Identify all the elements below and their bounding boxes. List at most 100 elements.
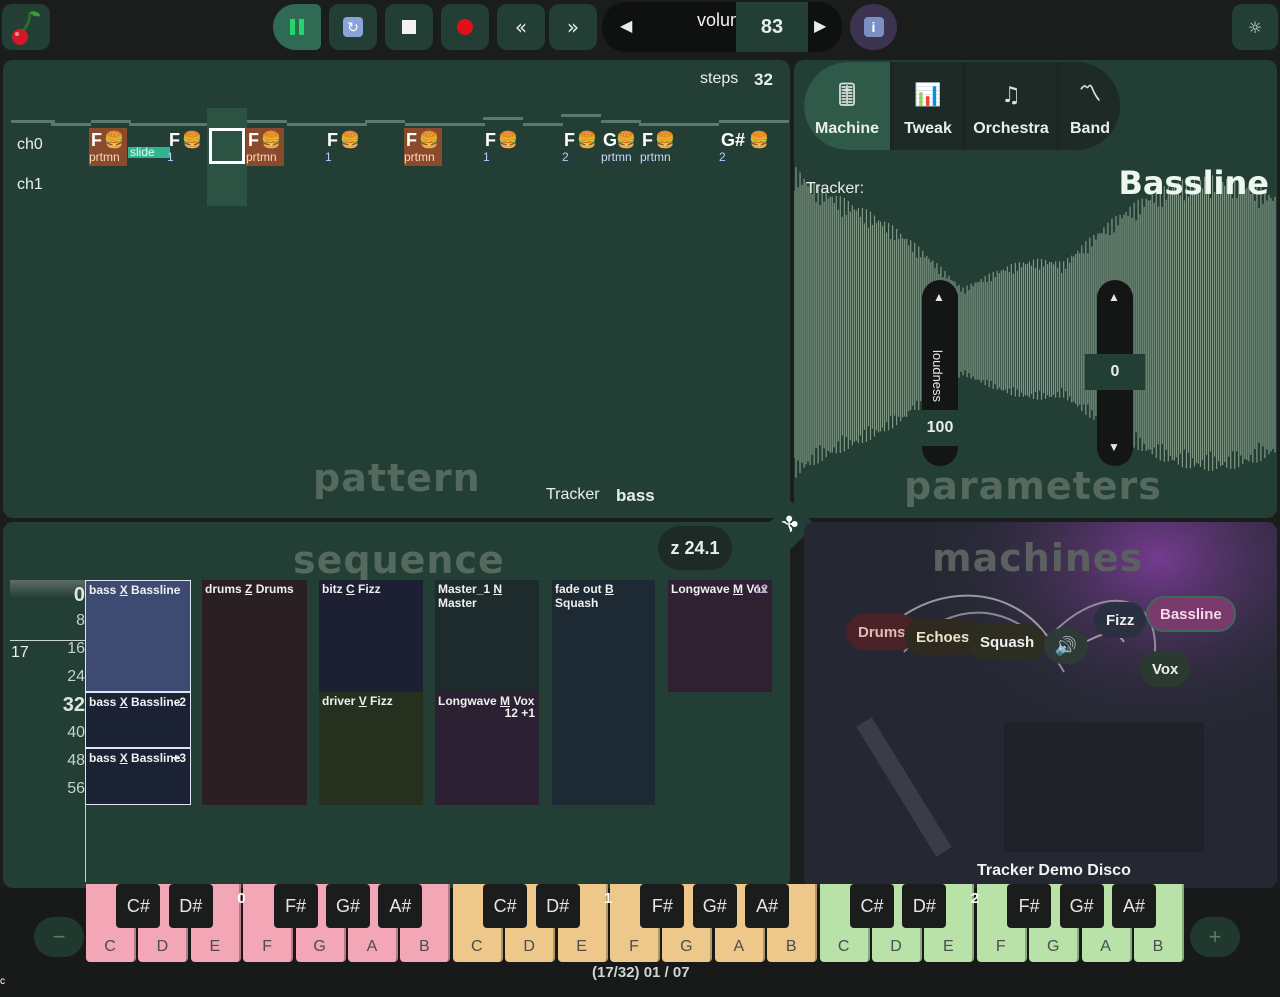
piano-black-key[interactable]: F# — [640, 884, 685, 928]
pause-icon — [290, 19, 304, 35]
loop-button[interactable]: ↻ — [329, 4, 377, 50]
machine-vox[interactable]: Vox — [1140, 651, 1191, 687]
note-effect: 1 — [483, 150, 490, 164]
row-number: 16 — [67, 640, 85, 657]
piano-black-key[interactable]: G# — [692, 884, 737, 928]
sequence-block[interactable]: bass X Bassline +3 — [85, 748, 191, 805]
note-cell[interactable]: F 🍔 prtmn — [246, 128, 284, 166]
row-number: 40 — [67, 724, 85, 741]
note-cell[interactable]: F 🍔 1 — [483, 128, 521, 166]
key-label: E — [943, 938, 954, 955]
sequence-block[interactable]: bitz C Fizz — [319, 580, 423, 692]
tab-orchestra[interactable]: ♫ Orchestra — [966, 62, 1056, 150]
fast-forward-icon: » — [566, 15, 580, 39]
loudness-slider[interactable]: ▲ loudness 100 — [910, 280, 970, 466]
block-machine: Fizz — [366, 694, 393, 708]
block-machine: Master — [438, 596, 477, 610]
piano-black-key[interactable]: A# — [1112, 884, 1156, 928]
piano-black-key[interactable]: C# — [483, 884, 528, 928]
sequence-block[interactable]: Master_1 N Master — [435, 580, 539, 692]
piano-black-key[interactable]: C# — [850, 884, 894, 928]
channel-1-label[interactable]: ch1 — [17, 176, 43, 194]
note-cell[interactable]: G 🍔 prtmn — [601, 128, 639, 166]
burger-icon: 🍔 — [498, 132, 518, 149]
tab-tweak[interactable]: 📊 Tweak — [894, 62, 962, 150]
piano-black-key[interactable]: F# — [1007, 884, 1052, 928]
fast-forward-button[interactable]: » — [549, 4, 597, 50]
note-cell[interactable]: F 🍔 1 — [325, 128, 363, 166]
rewind-button[interactable]: « — [497, 4, 545, 50]
cherry-logo-icon[interactable] — [2, 4, 50, 50]
note-name: F — [169, 130, 180, 150]
sequence-block[interactable]: Longwave M Vox 12 +1 — [435, 692, 539, 805]
volume-down-arrow-icon[interactable]: ◀ — [620, 16, 632, 36]
zoom-level[interactable]: z 24.1 — [658, 526, 732, 570]
top-toolbar: ↻ « » ◀ volum 83 ▶ i ☼ — [0, 0, 1280, 56]
row-number: 48 — [67, 752, 85, 769]
piano-black-key[interactable]: C# — [116, 884, 161, 928]
tab-label: Band — [1070, 120, 1110, 137]
row-number: 32 — [62, 694, 85, 716]
sequence-block[interactable]: drums Z Drums — [202, 580, 307, 805]
block-name: bass — [89, 751, 120, 765]
step-marker — [11, 120, 55, 123]
step-marker — [719, 120, 789, 123]
note-cell[interactable]: F 🍔 prtmn — [640, 128, 678, 166]
machine-squash[interactable]: Squash — [968, 624, 1047, 660]
octave-number: 1 — [604, 890, 613, 907]
info-button[interactable]: i — [850, 4, 897, 50]
speaker-output-icon[interactable]: 🔊 — [1044, 628, 1088, 664]
tab-band[interactable]: 〽 Band — [1060, 62, 1120, 150]
note-cell[interactable]: F 🍔 2 — [562, 128, 600, 166]
sequence-block[interactable]: bass X Bassline — [85, 580, 191, 692]
block-key: X — [119, 751, 128, 765]
piano-black-key[interactable]: F# — [273, 884, 318, 928]
piano-black-key[interactable]: A# — [745, 884, 790, 928]
channel-0-label[interactable]: ch0 — [17, 136, 43, 154]
piano-black-key[interactable]: G# — [1059, 884, 1104, 928]
volume-value[interactable]: 83 — [736, 2, 808, 52]
piano-black-key[interactable]: D# — [902, 884, 947, 928]
note-effect: 2 — [719, 150, 726, 164]
piano-black-key[interactable]: D# — [535, 884, 580, 928]
octave-down-button[interactable]: − — [34, 917, 84, 957]
machines-watermark: machines — [932, 536, 1144, 580]
parameter-value[interactable]: 0 — [1085, 354, 1145, 390]
piano-black-key[interactable]: D# — [168, 884, 213, 928]
tab-machine[interactable]: 🎚 Machine — [804, 62, 890, 150]
sequence-block[interactable]: bass X Bassline -2 — [85, 692, 191, 748]
loudness-value[interactable]: 100 — [910, 410, 970, 446]
key-label: D — [523, 938, 535, 955]
steps-value[interactable]: 32 — [754, 70, 773, 90]
block-transpose: 12 +1 — [504, 706, 535, 720]
block-machine: Bassline — [127, 695, 181, 709]
note-cell[interactable]: F 🍔 prtmn — [404, 128, 442, 166]
octave-up-button[interactable]: + — [1190, 917, 1240, 957]
edit-cursor[interactable] — [209, 128, 245, 164]
settings-button[interactable]: ☼ — [1232, 4, 1278, 50]
tracker-name[interactable]: bass — [616, 486, 655, 506]
piano-black-key[interactable]: G# — [326, 884, 370, 928]
note-cell[interactable]: F 🍔 1 — [167, 128, 205, 166]
note-cell[interactable]: G# 🍔 2 — [719, 128, 769, 166]
loop-icon: ↻ — [343, 17, 363, 37]
note-name: F — [406, 130, 417, 150]
record-button[interactable] — [441, 4, 489, 50]
note-name: F — [248, 130, 259, 150]
sequence-block[interactable]: driver V Fizz — [319, 692, 423, 805]
note-name: F — [564, 130, 575, 150]
volume-control: ◀ volum 83 ▶ — [602, 2, 842, 52]
pause-button[interactable] — [273, 4, 321, 50]
piano-black-key[interactable]: A# — [378, 884, 423, 928]
machine-fizz[interactable]: Fizz — [1094, 602, 1147, 638]
sequence-block[interactable]: Longwave M Vox 12 — [668, 580, 772, 692]
note-cell[interactable]: F 🍔 prtmn — [89, 128, 127, 166]
parameter-tabs: 🎚 Machine 📊 Tweak ♫ Orchestra 〽 Band — [804, 62, 1120, 150]
stop-button[interactable] — [385, 4, 433, 50]
step-marker — [91, 120, 131, 123]
sequence-block[interactable]: fade out B Squash — [552, 580, 655, 805]
volume-up-arrow-icon[interactable]: ▶ — [814, 16, 826, 36]
block-name: Longwave — [671, 582, 734, 596]
parameter-slider[interactable]: ▲ 0 ▼ — [1085, 280, 1145, 466]
machine-bassline[interactable]: Bassline — [1146, 596, 1236, 632]
